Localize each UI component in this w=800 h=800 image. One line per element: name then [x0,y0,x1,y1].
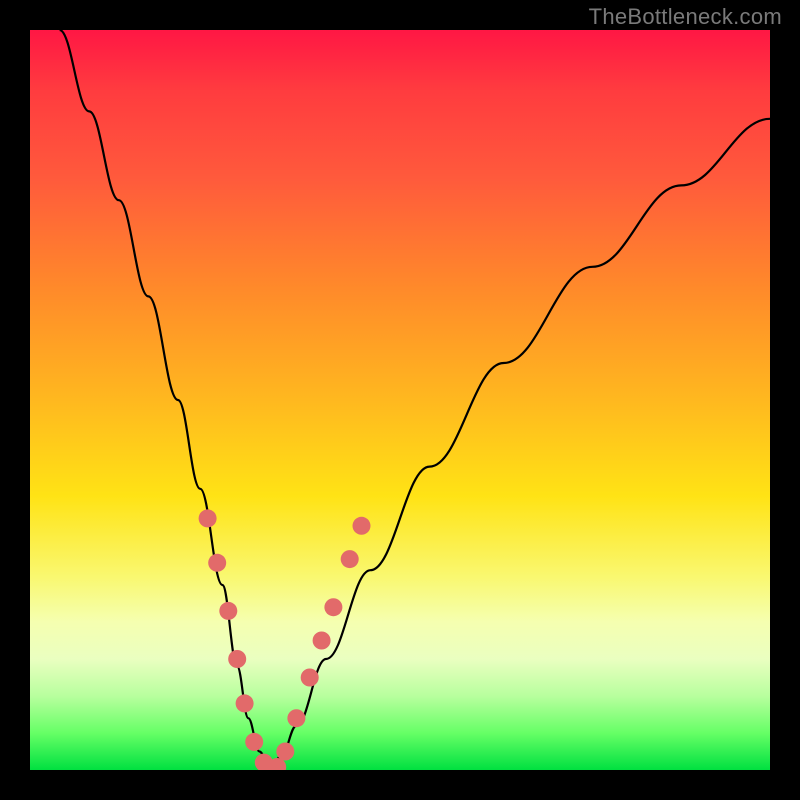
highlight-dot [236,694,254,712]
curve-line [60,30,770,770]
highlight-dot [199,509,217,527]
highlight-dot [276,743,294,761]
highlight-dot [353,517,371,535]
chart-svg [30,30,770,770]
highlight-dot [301,669,319,687]
highlight-dot [313,632,331,650]
highlight-dot [341,550,359,568]
highlight-dots [199,509,371,770]
highlight-dot [287,709,305,727]
outer-frame: TheBottleneck.com [0,0,800,800]
highlight-dot [208,554,226,572]
highlight-dot [324,598,342,616]
bottleneck-curve [60,30,770,770]
highlight-dot [245,733,263,751]
highlight-dot [219,602,237,620]
watermark-text: TheBottleneck.com [589,4,782,30]
plot-area [30,30,770,770]
highlight-dot [228,650,246,668]
